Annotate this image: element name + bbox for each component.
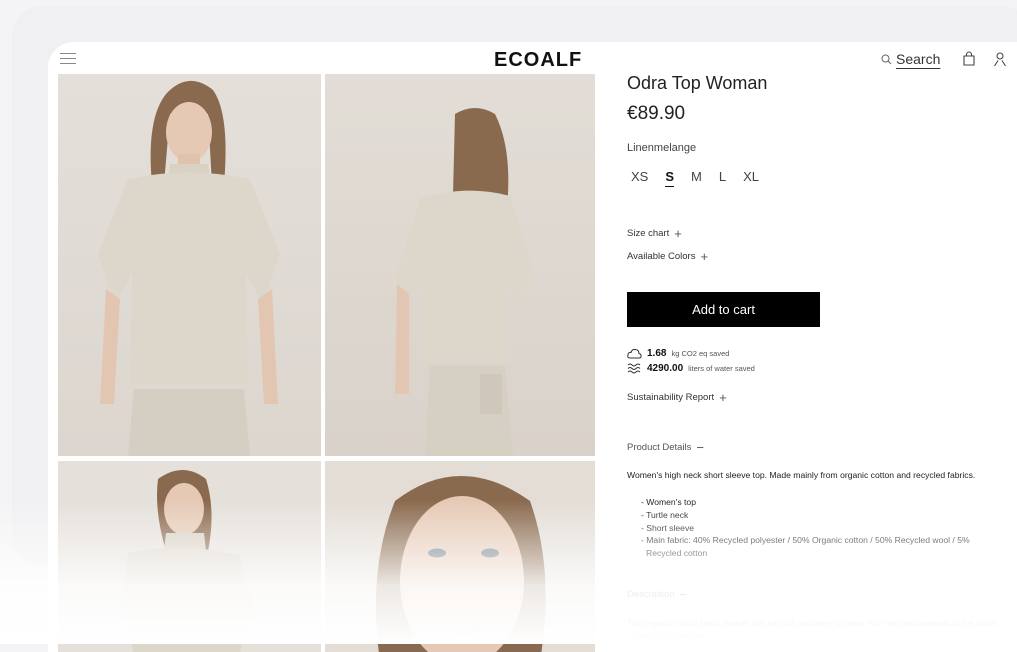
list-item: - Turtle neck xyxy=(641,509,689,520)
minus-icon: − xyxy=(696,440,705,455)
product-price: €89.90 xyxy=(627,103,686,124)
co2-unit: kg CO2 eq saved xyxy=(671,349,730,358)
product-title: Odra Top Woman xyxy=(627,73,768,93)
product-photo-front[interactable] xyxy=(58,74,321,456)
water-unit: liters of water saved xyxy=(688,364,755,373)
search-button[interactable]: Search xyxy=(881,51,940,67)
plus-icon: + xyxy=(674,226,682,241)
size-option-s[interactable]: S xyxy=(665,169,675,187)
model-closeup-illustration xyxy=(375,476,546,652)
sustainability-report-label: Sustainability Report xyxy=(627,392,715,403)
size-option-m[interactable]: M xyxy=(691,169,702,187)
minus-icon: − xyxy=(679,587,688,602)
cloud-co2-icon xyxy=(627,348,642,359)
product-details-summary: Women's high neck short sleeve top. Made… xyxy=(627,470,976,480)
list-item: - Main fabric: 40% Recycled polyester / … xyxy=(641,535,970,559)
co2-saved-metric: 1.68 kg CO2 eq saved xyxy=(627,348,729,359)
size-option-xs[interactable]: XS xyxy=(631,169,648,187)
size-option-xl[interactable]: XL xyxy=(743,169,759,187)
available-colors-label: Available Colors xyxy=(627,251,696,262)
product-photo-closeup[interactable] xyxy=(325,461,595,652)
product-photo-back[interactable] xyxy=(325,74,595,456)
bag-icon[interactable] xyxy=(962,51,976,67)
hamburger-menu-icon[interactable] xyxy=(60,53,76,65)
model-side-illustration xyxy=(118,470,258,652)
model-back-illustration xyxy=(395,108,535,456)
description-toggle[interactable]: Description − xyxy=(627,587,688,602)
product-details-heading: Product Details xyxy=(627,442,692,453)
available-colors-toggle[interactable]: Available Colors + xyxy=(627,249,709,264)
water-waves-icon xyxy=(627,363,641,374)
description-heading: Description xyxy=(627,589,675,600)
product-details-list: - Women's top - Turtle neck - Short slee… xyxy=(641,496,1001,560)
color-name: Linenmelange xyxy=(627,142,697,154)
product-page: ECOALF Search Odra Top Woman €89.90 Line… xyxy=(48,42,1017,652)
product-photo-side[interactable] xyxy=(58,461,321,652)
sustainability-report-toggle[interactable]: Sustainability Report + xyxy=(627,390,727,405)
water-value: 4290.00 xyxy=(647,363,684,374)
size-chart-toggle[interactable]: Size chart + xyxy=(627,226,682,241)
plus-icon: + xyxy=(719,390,727,405)
site-header: ECOALF Search xyxy=(48,42,1017,74)
user-icon[interactable] xyxy=(993,51,1007,67)
add-to-cart-button[interactable]: Add to cart xyxy=(627,292,820,327)
product-details-toggle[interactable]: Product Details − xyxy=(627,440,705,455)
search-icon xyxy=(881,54,892,64)
search-label: Search xyxy=(896,51,941,67)
size-option-l[interactable]: L xyxy=(719,169,726,187)
co2-value: 1.68 xyxy=(647,348,667,359)
plus-icon: + xyxy=(700,249,709,264)
list-item: - Short sleeve xyxy=(641,522,695,533)
description-text: The organic cotton fabric makes this top… xyxy=(627,618,998,641)
size-chart-label: Size chart xyxy=(627,228,670,239)
water-saved-metric: 4290.00 liters of water saved xyxy=(627,363,755,374)
brand-logo[interactable]: ECOALF xyxy=(494,49,582,72)
size-selector: XS S M L XL xyxy=(631,169,776,187)
list-item: - Women's top xyxy=(641,497,696,507)
model-front-illustration xyxy=(98,80,280,456)
